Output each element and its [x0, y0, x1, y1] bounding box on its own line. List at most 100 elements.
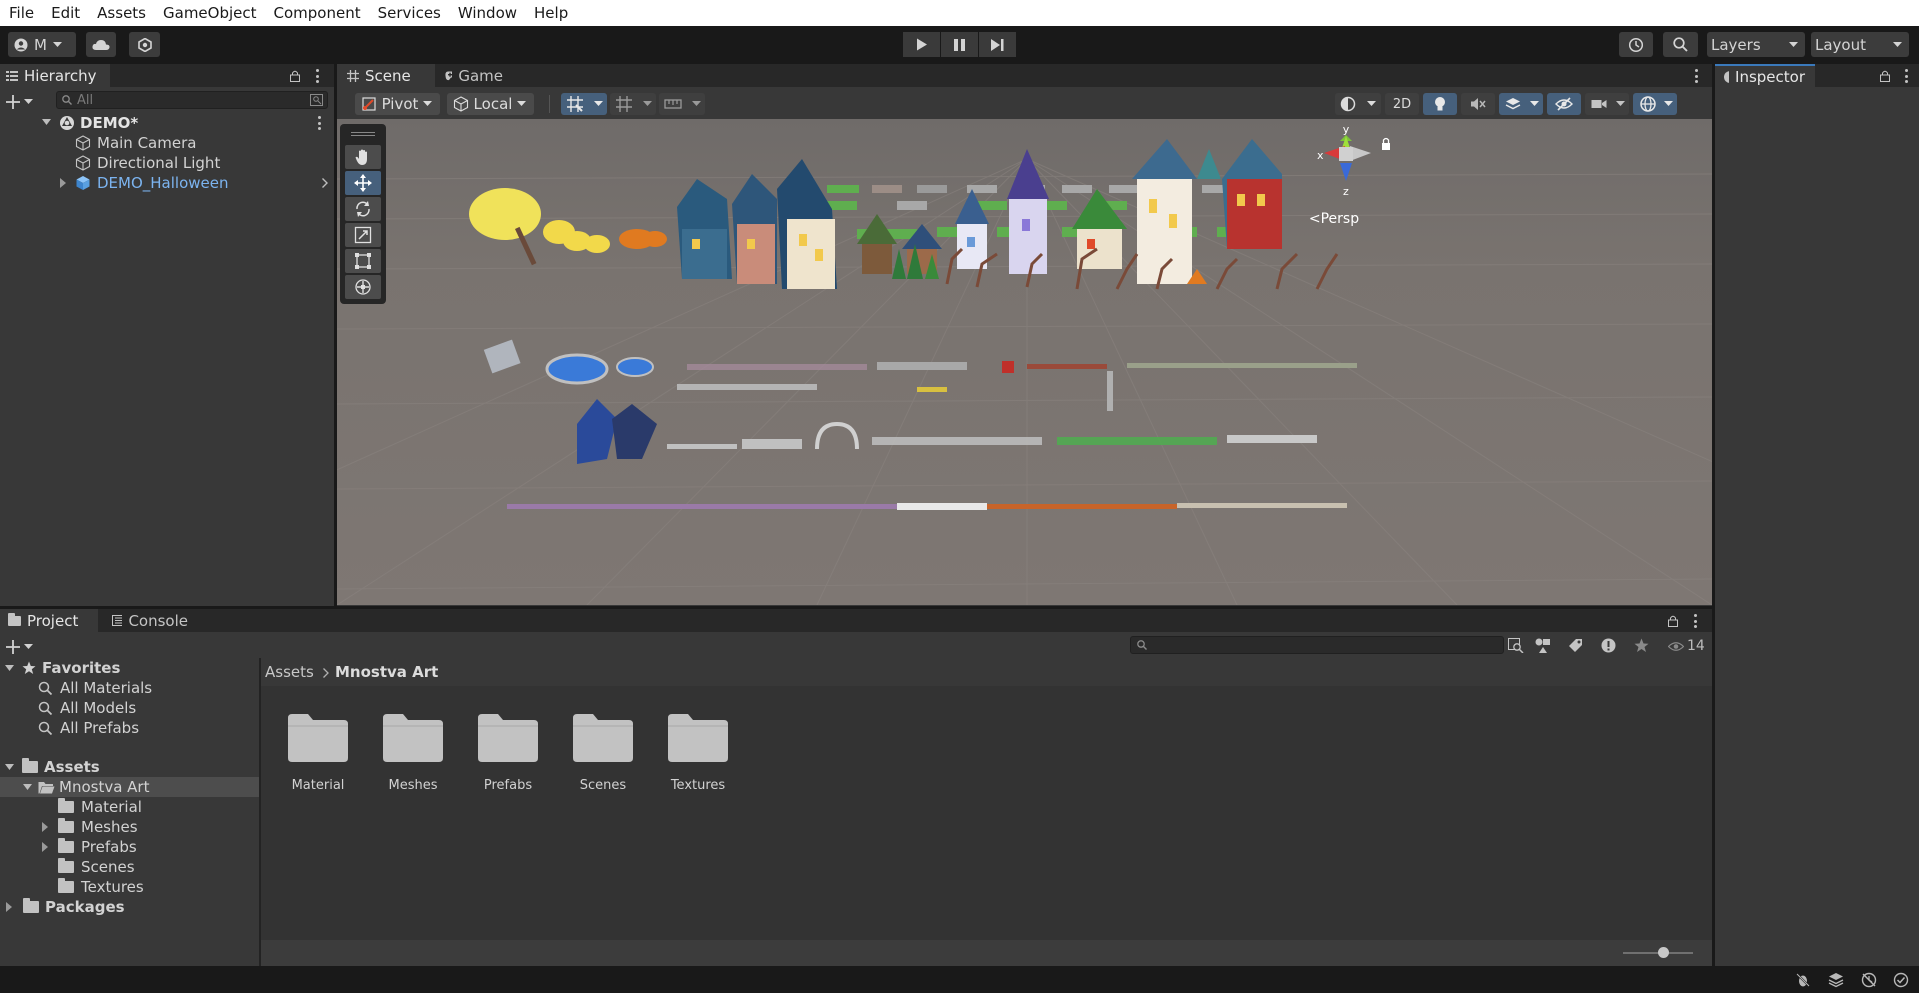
tab-console[interactable]: Console	[102, 609, 198, 632]
expand-arrow-icon[interactable]	[60, 178, 67, 188]
label-tag-icon[interactable]	[1568, 638, 1583, 653]
camera-settings-dropdown[interactable]	[1585, 93, 1629, 115]
tab-project[interactable]: Project	[0, 609, 98, 632]
move-tool-button[interactable]	[345, 171, 381, 195]
play-button[interactable]	[903, 32, 940, 57]
assets-header[interactable]: Assets	[0, 757, 100, 777]
project-create-button[interactable]	[6, 638, 40, 656]
account-dropdown[interactable]: M	[8, 32, 76, 57]
audio-toggle[interactable]	[1461, 93, 1495, 115]
scene-root-row[interactable]: DEMO*	[0, 113, 334, 133]
history-button[interactable]	[1619, 32, 1653, 57]
warning-icon[interactable]	[1601, 638, 1616, 653]
menu-help[interactable]: Help	[525, 0, 576, 26]
breadcrumb-current[interactable]: Mnostva Art	[335, 663, 438, 681]
cloud-button[interactable]	[86, 32, 116, 57]
search-button[interactable]	[1663, 32, 1698, 57]
gizmos-dropdown[interactable]	[1633, 93, 1677, 115]
hierarchy-item[interactable]: DEMO_Halloween	[0, 173, 334, 193]
chevron-right-icon[interactable]	[322, 178, 328, 188]
folder-tile[interactable]: Scenes	[555, 712, 645, 812]
scene-viewport[interactable]: y x z <Persp	[337, 119, 1712, 605]
debug-bug-icon[interactable]	[1795, 972, 1811, 988]
favorite-star-icon[interactable]	[1634, 638, 1649, 653]
subfolder-item[interactable]: Material	[58, 797, 142, 817]
tab-inspector[interactable]: Inspector	[1715, 64, 1815, 87]
expand-arrow-icon[interactable]	[5, 664, 14, 672]
scene-visibility-toggle[interactable]	[1547, 93, 1581, 115]
pause-button[interactable]	[941, 32, 978, 57]
local-dropdown[interactable]: Local	[447, 93, 534, 115]
hierarchy-menu-icon[interactable]	[315, 69, 319, 83]
layout-dropdown[interactable]: Layout	[1811, 32, 1909, 57]
hierarchy-search-input[interactable]: All	[56, 91, 328, 109]
folder-tile[interactable]: Prefabs	[460, 712, 550, 812]
subfolder-item[interactable]: Meshes	[42, 817, 138, 837]
increment-snap-button[interactable]	[659, 93, 705, 115]
lock-icon[interactable]	[1880, 70, 1890, 82]
scene-search-icon[interactable]	[310, 94, 323, 106]
menu-edit[interactable]: Edit	[42, 0, 88, 26]
scale-tool-button[interactable]	[345, 223, 381, 247]
drag-handle[interactable]	[351, 132, 375, 133]
pivot-dropdown[interactable]: Pivot	[355, 93, 440, 115]
search-by-type-icon[interactable]	[1508, 638, 1524, 653]
layers-dropdown[interactable]: Layers	[1707, 32, 1805, 57]
collab-button[interactable]	[129, 32, 160, 57]
scene-menu-icon[interactable]	[317, 116, 321, 130]
scene-menu-icon[interactable]	[1694, 69, 1698, 83]
mode-2d-button[interactable]: 2D	[1385, 93, 1419, 115]
project-search-input[interactable]	[1130, 636, 1504, 654]
favorite-item[interactable]: All Models	[38, 698, 136, 718]
subfolder-item[interactable]: Textures	[58, 877, 144, 897]
hierarchy-create-button[interactable]	[6, 93, 40, 111]
folder-tile[interactable]: Meshes	[365, 712, 455, 812]
breadcrumb-assets[interactable]: Assets	[265, 663, 314, 681]
menu-window[interactable]: Window	[449, 0, 525, 26]
lock-icon[interactable]	[1668, 615, 1678, 627]
draw-mode-button[interactable]	[1335, 93, 1381, 115]
menu-services[interactable]: Services	[369, 0, 449, 26]
tab-scene[interactable]: Scene	[337, 64, 435, 87]
tab-game[interactable]: Game	[435, 64, 513, 87]
tab-hierarchy[interactable]: Hierarchy	[0, 64, 110, 87]
favorites-header[interactable]: Favorites	[0, 658, 120, 678]
check-circle-icon[interactable]	[1893, 972, 1909, 988]
transform-tool-button[interactable]	[345, 275, 381, 299]
grid-snap-button[interactable]	[561, 93, 607, 115]
expand-arrow-icon[interactable]	[6, 902, 13, 912]
auto-generate-lighting-icon[interactable]	[1828, 972, 1844, 988]
grid-visibility-button[interactable]	[610, 93, 656, 115]
subfolder-item[interactable]: Prefabs	[42, 837, 137, 857]
folder-tile[interactable]: Textures	[650, 712, 740, 812]
subfolder-item[interactable]: Scenes	[58, 857, 135, 877]
project-menu-icon[interactable]	[1693, 614, 1697, 628]
hierarchy-item[interactable]: Directional Light	[0, 153, 334, 173]
rect-tool-button[interactable]	[345, 249, 381, 273]
inspector-menu-icon[interactable]	[1904, 69, 1908, 83]
expand-arrow-icon[interactable]	[42, 119, 51, 126]
filter-by-type-icon[interactable]	[1535, 638, 1551, 653]
expand-arrow-icon[interactable]	[23, 783, 32, 791]
menu-assets[interactable]: Assets	[88, 0, 154, 26]
menu-component[interactable]: Component	[265, 0, 369, 26]
drag-handle[interactable]	[351, 135, 375, 136]
hierarchy-item[interactable]: Main Camera	[0, 133, 334, 153]
zoom-slider-thumb[interactable]	[1658, 947, 1669, 958]
expand-arrow-icon[interactable]	[5, 763, 14, 771]
persp-label[interactable]: <Persp	[1309, 211, 1359, 227]
lighting-toggle[interactable]	[1423, 93, 1457, 115]
hidden-packages-toggle[interactable]: 14	[1668, 636, 1705, 656]
menu-gameobject[interactable]: GameObject	[154, 0, 265, 26]
lock-icon[interactable]	[290, 70, 300, 82]
folder-tile[interactable]: Material	[270, 712, 360, 812]
cache-server-icon[interactable]	[1861, 972, 1877, 988]
step-button[interactable]	[979, 32, 1016, 57]
expand-arrow-icon[interactable]	[42, 842, 49, 852]
favorite-item[interactable]: All Prefabs	[38, 718, 139, 738]
selected-folder-row[interactable]: Mnostva Art	[0, 777, 259, 797]
menu-file[interactable]: File	[0, 0, 42, 26]
packages-header[interactable]: Packages	[0, 897, 125, 917]
expand-arrow-icon[interactable]	[42, 822, 49, 832]
rotate-tool-button[interactable]	[345, 197, 381, 221]
